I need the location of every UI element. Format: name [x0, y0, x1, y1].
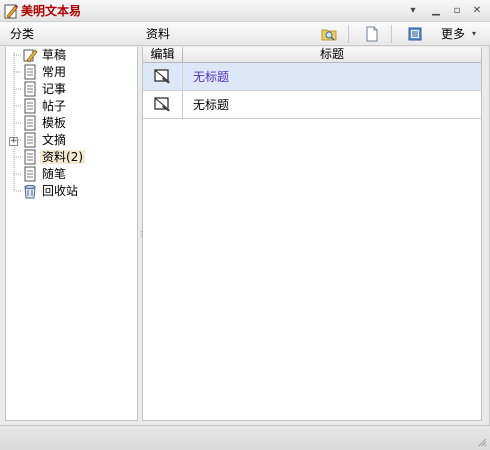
- title-bar[interactable]: 美明文本易 ▾ ▁ ▫ ✕: [0, 0, 490, 22]
- column-header-edit[interactable]: 编辑: [143, 47, 183, 63]
- tree-item-label: 文摘: [42, 133, 67, 147]
- item-count-badge: (2): [66, 150, 84, 164]
- app-title: 美明文本易: [21, 4, 82, 18]
- more-menu-button[interactable]: 更多: [441, 27, 465, 41]
- row-title[interactable]: 无标题: [193, 98, 229, 112]
- resize-grip-icon[interactable]: [477, 437, 487, 447]
- draft-pencil-icon: [23, 49, 38, 63]
- toolbar: 分类 资料 更多 ▾: [0, 22, 490, 46]
- app-logo-icon: [4, 4, 18, 19]
- table-row[interactable]: 无标题: [143, 63, 481, 91]
- document-icon: [24, 115, 36, 131]
- recycle-bin-icon: [24, 184, 36, 199]
- toolbar-separator: [391, 25, 392, 43]
- status-bar: [0, 425, 490, 450]
- tree-item-label: 资料(2): [40, 150, 86, 164]
- tree-item-label: 回收站: [42, 184, 79, 198]
- tree-item-label: 随笔: [42, 167, 67, 181]
- tree-item-label: 草稿: [42, 48, 67, 62]
- app-window: 美明文本易 ▾ ▁ ▫ ✕ 分类 资料 更多 ▾ + 草稿 常用 记事 帖子 模…: [0, 0, 490, 450]
- edit-cell[interactable]: [143, 63, 183, 90]
- tree-item-label: 模板: [42, 116, 67, 130]
- tree-item-name: 资料: [42, 150, 67, 164]
- document-icon: [24, 149, 36, 165]
- new-document-icon[interactable]: [364, 26, 380, 42]
- edit-cell[interactable]: [143, 91, 183, 118]
- table-row[interactable]: 无标题: [143, 91, 481, 119]
- tree-item-label: 帖子: [42, 99, 67, 113]
- document-icon: [24, 132, 36, 148]
- document-icon: [24, 64, 36, 80]
- window-menu-button[interactable]: ▾: [405, 3, 421, 19]
- view-list-icon[interactable]: [407, 26, 423, 42]
- document-icon: [24, 81, 36, 97]
- maximize-button[interactable]: ▫: [449, 3, 465, 19]
- tree-item-label: 记事: [42, 82, 67, 96]
- list-header: 编辑 标题: [143, 47, 481, 63]
- edit-document-icon[interactable]: [154, 96, 172, 112]
- close-button[interactable]: ✕: [469, 3, 485, 19]
- edit-document-icon[interactable]: [154, 68, 172, 84]
- section-title: 资料: [146, 27, 171, 41]
- toolbar-separator: [348, 25, 349, 43]
- document-icon: [24, 166, 36, 182]
- tree-item-label: 常用: [42, 65, 67, 79]
- category-header: 分类: [10, 27, 35, 41]
- minimize-button[interactable]: ▁: [428, 3, 444, 19]
- category-tree: + 草稿 常用 记事 帖子 模板 文摘 资料(2) 随笔 回收站: [5, 47, 138, 421]
- chevron-down-icon[interactable]: ▾: [472, 27, 476, 41]
- search-folder-icon[interactable]: [321, 26, 337, 42]
- tree-expander-toggle[interactable]: +: [9, 137, 18, 146]
- document-icon: [24, 98, 36, 114]
- row-title[interactable]: 无标题: [193, 70, 229, 84]
- document-list: 编辑 标题 无标题 无标题: [142, 47, 482, 421]
- column-header-title[interactable]: 标题: [183, 47, 481, 63]
